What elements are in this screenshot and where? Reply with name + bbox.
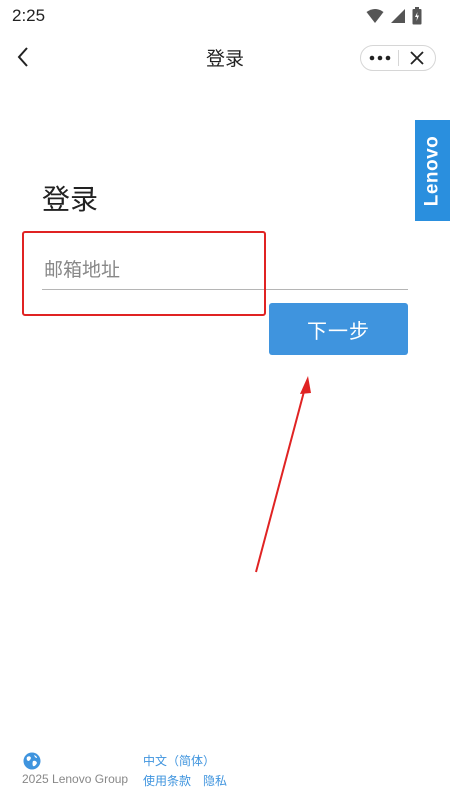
mini-program-capsule [360, 45, 436, 71]
more-button[interactable] [361, 46, 398, 70]
privacy-link[interactable]: 隐私 [203, 772, 227, 789]
email-input[interactable] [42, 250, 408, 290]
close-button[interactable] [399, 46, 435, 70]
terms-link[interactable]: 使用条款 [143, 772, 191, 789]
status-bar: 2:25 [0, 0, 450, 32]
lenovo-logo: Lenovo [415, 120, 450, 221]
more-icon [369, 55, 390, 61]
signal-icon [391, 9, 405, 23]
wifi-icon [366, 9, 384, 23]
language-selector[interactable]: 中文（简体） [143, 752, 215, 769]
login-heading: 登录 [42, 183, 99, 216]
close-icon [410, 51, 424, 65]
navigation-bar: 登录 [0, 32, 450, 82]
brand-label: Lenovo [421, 135, 443, 206]
status-icons [366, 7, 422, 25]
annotation-arrow [255, 376, 311, 573]
status-time: 2:25 [12, 6, 46, 25]
copyright-text: 2025 Lenovo Group [22, 772, 129, 786]
footer-links: 使用条款 隐私 [143, 772, 227, 789]
next-button[interactable]: 下一步 [269, 303, 408, 355]
battery-icon [412, 7, 422, 25]
globe-icon[interactable] [23, 752, 41, 770]
